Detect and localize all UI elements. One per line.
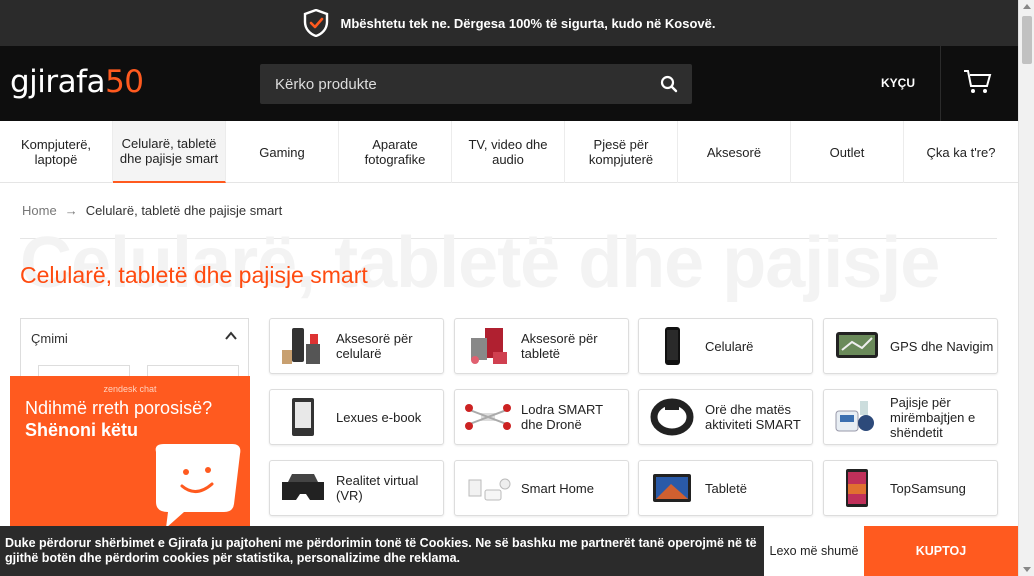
fitness-tracker-icon	[647, 394, 697, 440]
nav-item-label: Outlet	[829, 144, 865, 160]
category-label: Orë dhe matës aktiviteti SMART	[705, 402, 801, 432]
chat-brand: zendesk chat	[103, 384, 157, 394]
samsung-tablet-icon	[832, 465, 882, 511]
page-title: Celularë, tabletë dhe pajisje smart	[20, 262, 368, 288]
chat-bubble-icon	[155, 444, 241, 526]
chat-line2: Shënoni këtu	[25, 420, 139, 440]
gps-icon	[832, 323, 882, 369]
search-input[interactable]	[260, 75, 646, 93]
nav-item-computers[interactable]: Kompjuterë, laptopë	[0, 121, 113, 183]
category-label: Aksesorë për celularë	[336, 331, 413, 361]
filter-heading: Çmimi	[31, 331, 68, 346]
nav-item-label: Aksesorë	[706, 144, 762, 160]
logo-text: gjirafa	[10, 64, 106, 100]
scrollbar[interactable]	[1018, 0, 1034, 576]
nav-item-pc-parts[interactable]: Pjesë për kompjuterë	[565, 121, 678, 183]
nav-item-outlet[interactable]: Outlet	[791, 121, 904, 183]
category-card[interactable]: Orë dhe matës aktiviteti SMART	[638, 389, 813, 445]
nav-item-label: Celularë, tabletë dhe pajisje smart	[119, 136, 219, 166]
category-label: Lexues e-book	[336, 409, 422, 425]
ebook-reader-icon	[278, 394, 328, 440]
logo[interactable]: gjirafa50	[10, 64, 144, 100]
nav-item-label: Gaming	[259, 144, 305, 160]
category-card[interactable]: TopSamsung	[823, 460, 998, 516]
drone-icon	[463, 394, 513, 440]
category-card[interactable]: Lodra SMART dhe Dronë	[454, 389, 629, 445]
cookie-text: Duke përdorur shërbimet e Gjirafa ju paj…	[5, 536, 757, 565]
scroll-up-icon[interactable]	[1023, 4, 1031, 9]
health-device-icon	[832, 394, 882, 440]
category-label: Lodra SMART dhe Dronë	[521, 402, 603, 432]
category-card[interactable]: Pajisje për mirëmbajtjen e shëndetit	[823, 389, 998, 445]
category-label: Aksesorë për tabletë	[521, 331, 598, 361]
category-label: Smart Home	[521, 480, 594, 496]
breadcrumb-current: Celularë, tabletë dhe pajisje smart	[85, 203, 283, 218]
nav-item-tv-audio[interactable]: TV, video dhe audio	[452, 121, 565, 183]
read-more-button[interactable]: Lexo më shumë	[764, 526, 864, 576]
phone-icon	[647, 323, 697, 369]
header: gjirafa50 KYÇU	[0, 46, 1018, 121]
tablet-icon	[647, 465, 697, 511]
smart-home-icon	[463, 465, 513, 511]
category-label: TopSamsung	[890, 480, 966, 496]
category-card[interactable]: Aksesorë për tabletë	[454, 318, 629, 374]
nav-item-label: Kompjuterë, laptopë	[20, 137, 92, 167]
category-label: Tabletë	[705, 480, 747, 496]
shield-check-icon	[303, 9, 328, 37]
category-label: Realitet virtual (VR)	[336, 473, 419, 503]
nav-item-label: Aparate fotografike	[364, 137, 426, 167]
scrollbar-thumb[interactable]	[1022, 16, 1032, 64]
vr-headset-icon	[278, 465, 328, 511]
cart-icon[interactable]	[962, 68, 992, 101]
tablet-accessories-icon	[463, 323, 513, 369]
search-bar	[260, 64, 692, 104]
nav-item-whats-new[interactable]: Çka ka t're?	[904, 121, 1018, 183]
category-card[interactable]: Tabletë	[638, 460, 813, 516]
category-label: GPS dhe Navigim	[890, 338, 994, 354]
category-card[interactable]: Celularë	[638, 318, 813, 374]
category-label: Pajisje për mirëmbajtjen e shëndetit	[890, 394, 976, 440]
nav-item-phones-tablets[interactable]: Celularë, tabletë dhe pajisje smart	[113, 121, 226, 183]
nav-item-label: TV, video dhe audio	[468, 137, 548, 167]
breadcrumb: Home → Celularë, tabletë dhe pajisje sma…	[22, 203, 282, 218]
nav-item-label: Pjesë për kompjuterë	[588, 137, 654, 167]
cookie-banner: Duke përdorur shërbimet e Gjirafa ju paj…	[0, 526, 1018, 576]
breadcrumb-home[interactable]: Home	[22, 203, 57, 218]
accept-cookies-button[interactable]: KUPTOJ	[864, 526, 1018, 576]
nav-item-label: Çka ka t're?	[926, 144, 996, 160]
search-icon[interactable]	[646, 75, 692, 93]
category-card[interactable]: Smart Home	[454, 460, 629, 516]
chevron-up-icon[interactable]	[224, 329, 238, 348]
category-label: Celularë	[705, 338, 754, 354]
nav-item-accessories[interactable]: Aksesorë	[678, 121, 791, 183]
top-banner-text: Mbështetu tek ne. Dërgesa 100% të sigurt…	[340, 15, 716, 31]
category-card[interactable]: Lexues e-book	[269, 389, 444, 445]
nav-item-cameras[interactable]: Aparate fotografike	[339, 121, 452, 183]
nav-item-gaming[interactable]: Gaming	[226, 121, 339, 183]
category-card[interactable]: GPS dhe Navigim	[823, 318, 998, 374]
arrow-right-icon: →	[64, 203, 78, 218]
chat-line1: Ndihmë rreth porosisë?	[25, 398, 213, 418]
divider	[940, 46, 941, 121]
phone-accessories-icon	[278, 323, 328, 369]
logo-number: 50	[105, 64, 144, 100]
scroll-down-icon[interactable]	[1023, 567, 1031, 572]
login-link[interactable]: KYÇU	[868, 76, 928, 90]
category-card[interactable]: Realitet virtual (VR)	[269, 460, 444, 516]
top-banner: Mbështetu tek ne. Dërgesa 100% të sigurt…	[0, 0, 1018, 46]
chat-widget[interactable]: zendesk chat Ndihmë rreth porosisë? Shën…	[10, 376, 250, 526]
category-nav: Kompjuterë, laptopë Celularë, tabletë dh…	[0, 121, 1018, 183]
category-card[interactable]: Aksesorë për celularë	[269, 318, 444, 374]
